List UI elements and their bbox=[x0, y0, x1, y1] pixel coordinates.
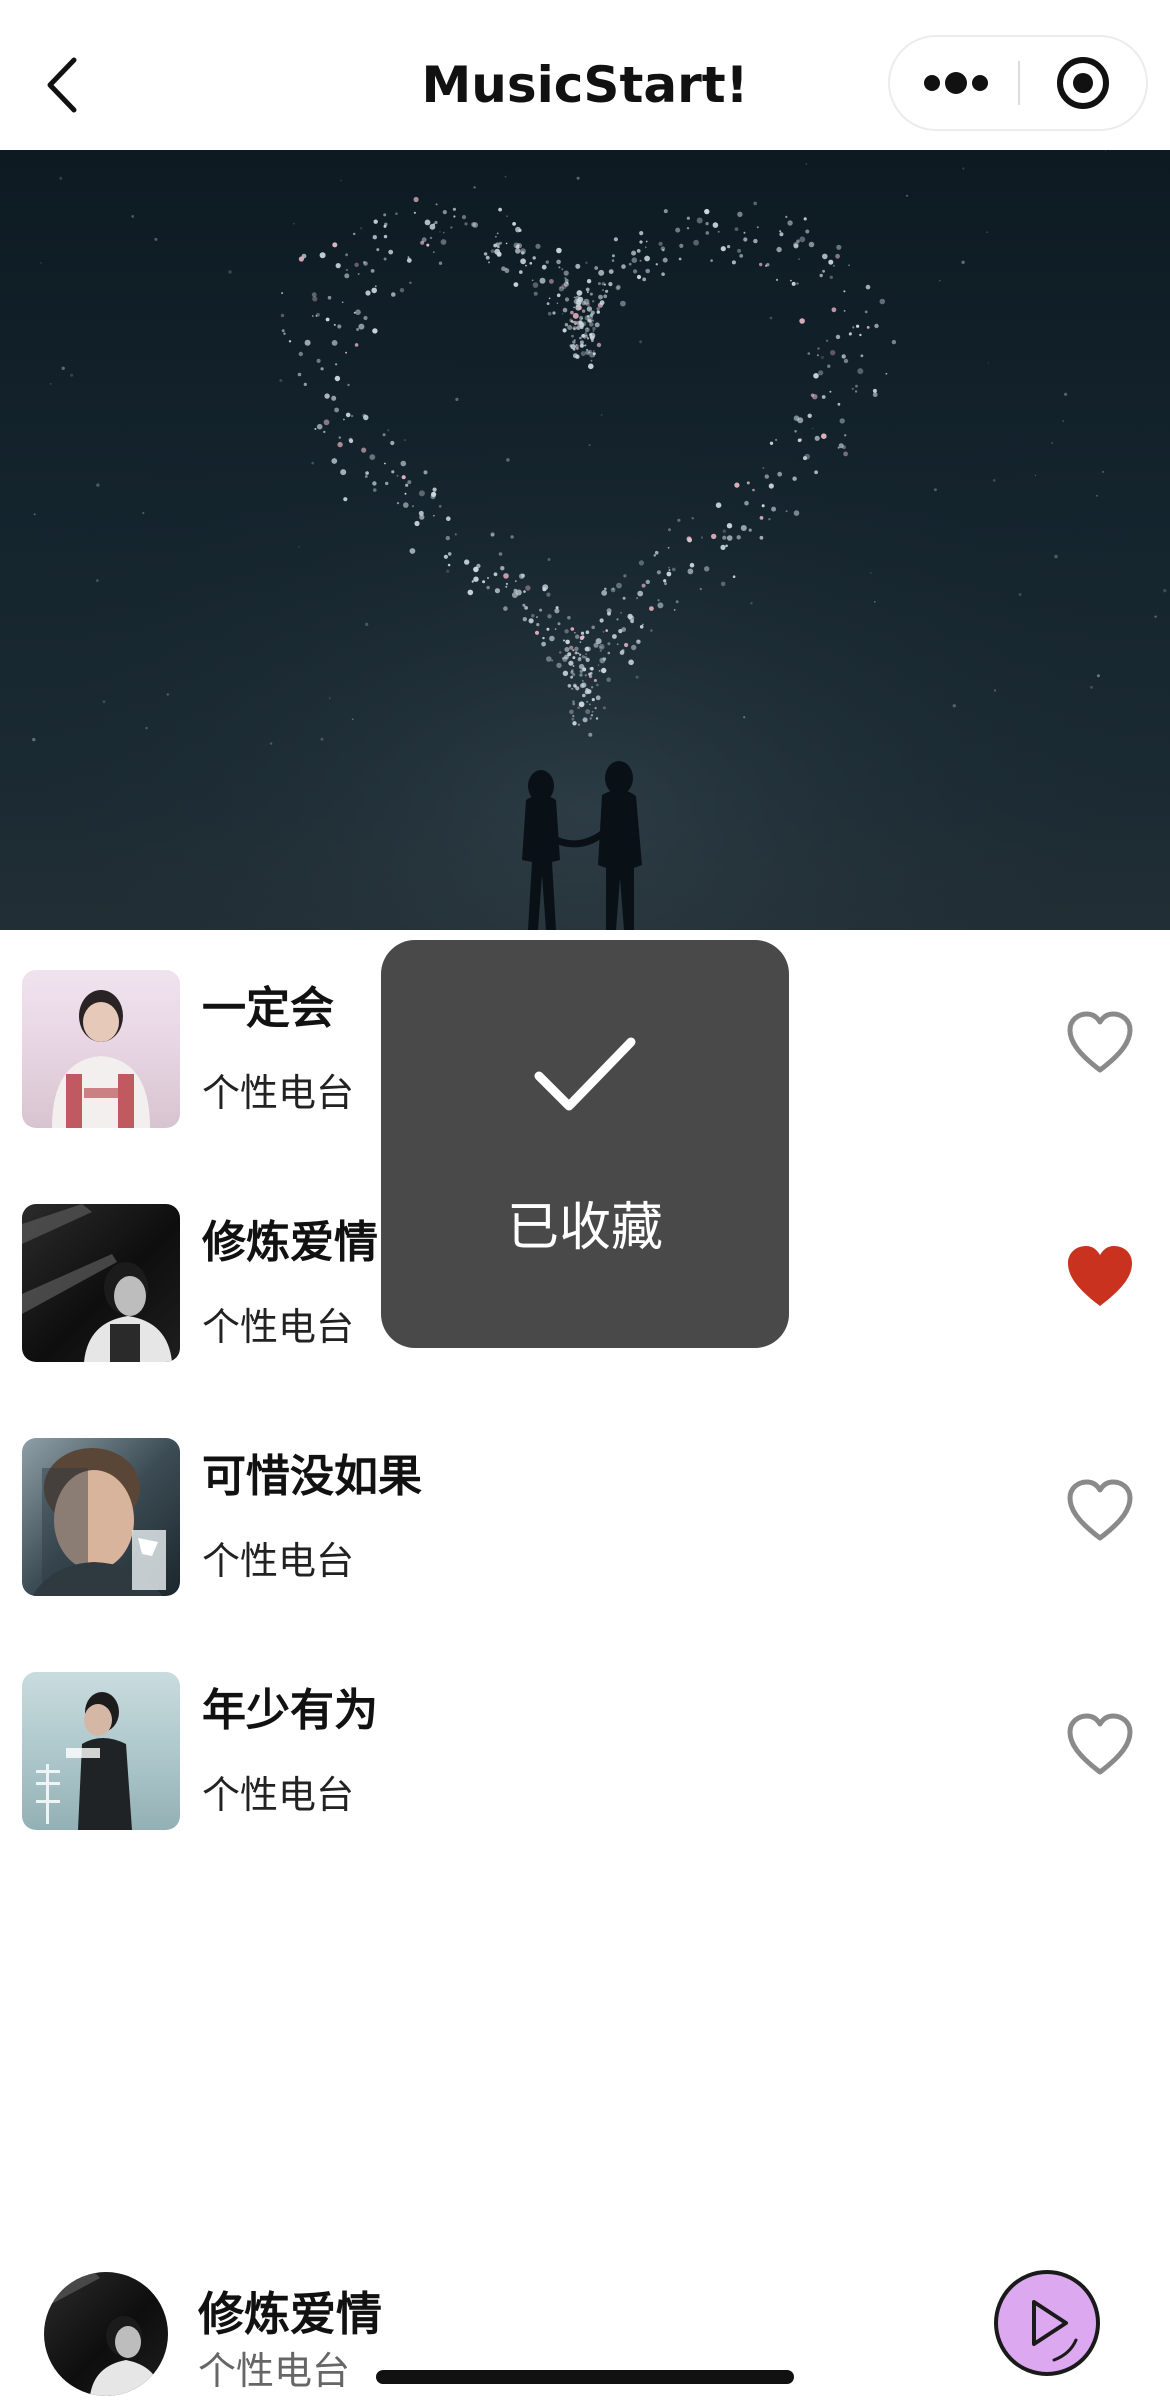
song-subtitle: 个性电台 bbox=[202, 1305, 355, 1349]
favorite-button[interactable] bbox=[1064, 1476, 1136, 1548]
chevron-left-icon bbox=[47, 57, 77, 113]
close-mini-program-button[interactable] bbox=[1020, 37, 1146, 129]
heart-filled-icon bbox=[1068, 1246, 1132, 1306]
more-dots-icon bbox=[924, 72, 988, 94]
target-close-icon bbox=[1057, 57, 1109, 109]
song-title: 可惜没如果 bbox=[202, 1451, 422, 1502]
toast-message: 已收藏 bbox=[506, 1198, 663, 1258]
song-subtitle: 个性电台 bbox=[202, 1773, 355, 1817]
favorite-button[interactable] bbox=[1064, 1710, 1136, 1782]
player-song-title: 修炼爱情 bbox=[198, 2287, 382, 2341]
song-title: 年少有为 bbox=[202, 1685, 378, 1736]
song-subtitle: 个性电台 bbox=[202, 1539, 355, 1583]
toast-favorited: 已收藏 bbox=[381, 940, 789, 1348]
song-row-4[interactable]: 年少有为 个性电台 bbox=[0, 1632, 1170, 1866]
heart-outline-icon bbox=[1067, 1011, 1133, 1073]
back-button[interactable] bbox=[40, 50, 90, 120]
album-cover-3 bbox=[22, 1438, 180, 1596]
player-album-cover[interactable] bbox=[44, 2272, 168, 2396]
checkmark-icon bbox=[534, 1037, 636, 1111]
banner-image[interactable] bbox=[0, 150, 1170, 930]
favorite-button[interactable] bbox=[1064, 1008, 1136, 1080]
more-button[interactable] bbox=[890, 37, 1018, 129]
song-subtitle: 个性电台 bbox=[202, 1071, 355, 1115]
play-icon bbox=[994, 2270, 1100, 2376]
album-cover-4 bbox=[22, 1672, 180, 1830]
play-button[interactable] bbox=[992, 2268, 1102, 2378]
heart-outline-icon bbox=[1067, 1479, 1133, 1541]
player-song-subtitle: 个性电台 bbox=[198, 2349, 351, 2393]
album-cover-1 bbox=[22, 970, 180, 1128]
starry-sky-illustration bbox=[0, 150, 1170, 930]
heart-outline-icon bbox=[1067, 1713, 1133, 1775]
nav-bar: MusicStart! bbox=[0, 0, 1170, 150]
song-row-3[interactable]: 可惜没如果 个性电台 bbox=[0, 1398, 1170, 1632]
favorite-button[interactable] bbox=[1064, 1242, 1136, 1314]
mini-program-capsule bbox=[888, 35, 1148, 131]
song-title: 一定会 bbox=[202, 983, 334, 1034]
home-indicator bbox=[376, 2370, 794, 2384]
song-title: 修炼爱情 bbox=[202, 1217, 378, 1268]
album-cover-2 bbox=[22, 1204, 180, 1362]
